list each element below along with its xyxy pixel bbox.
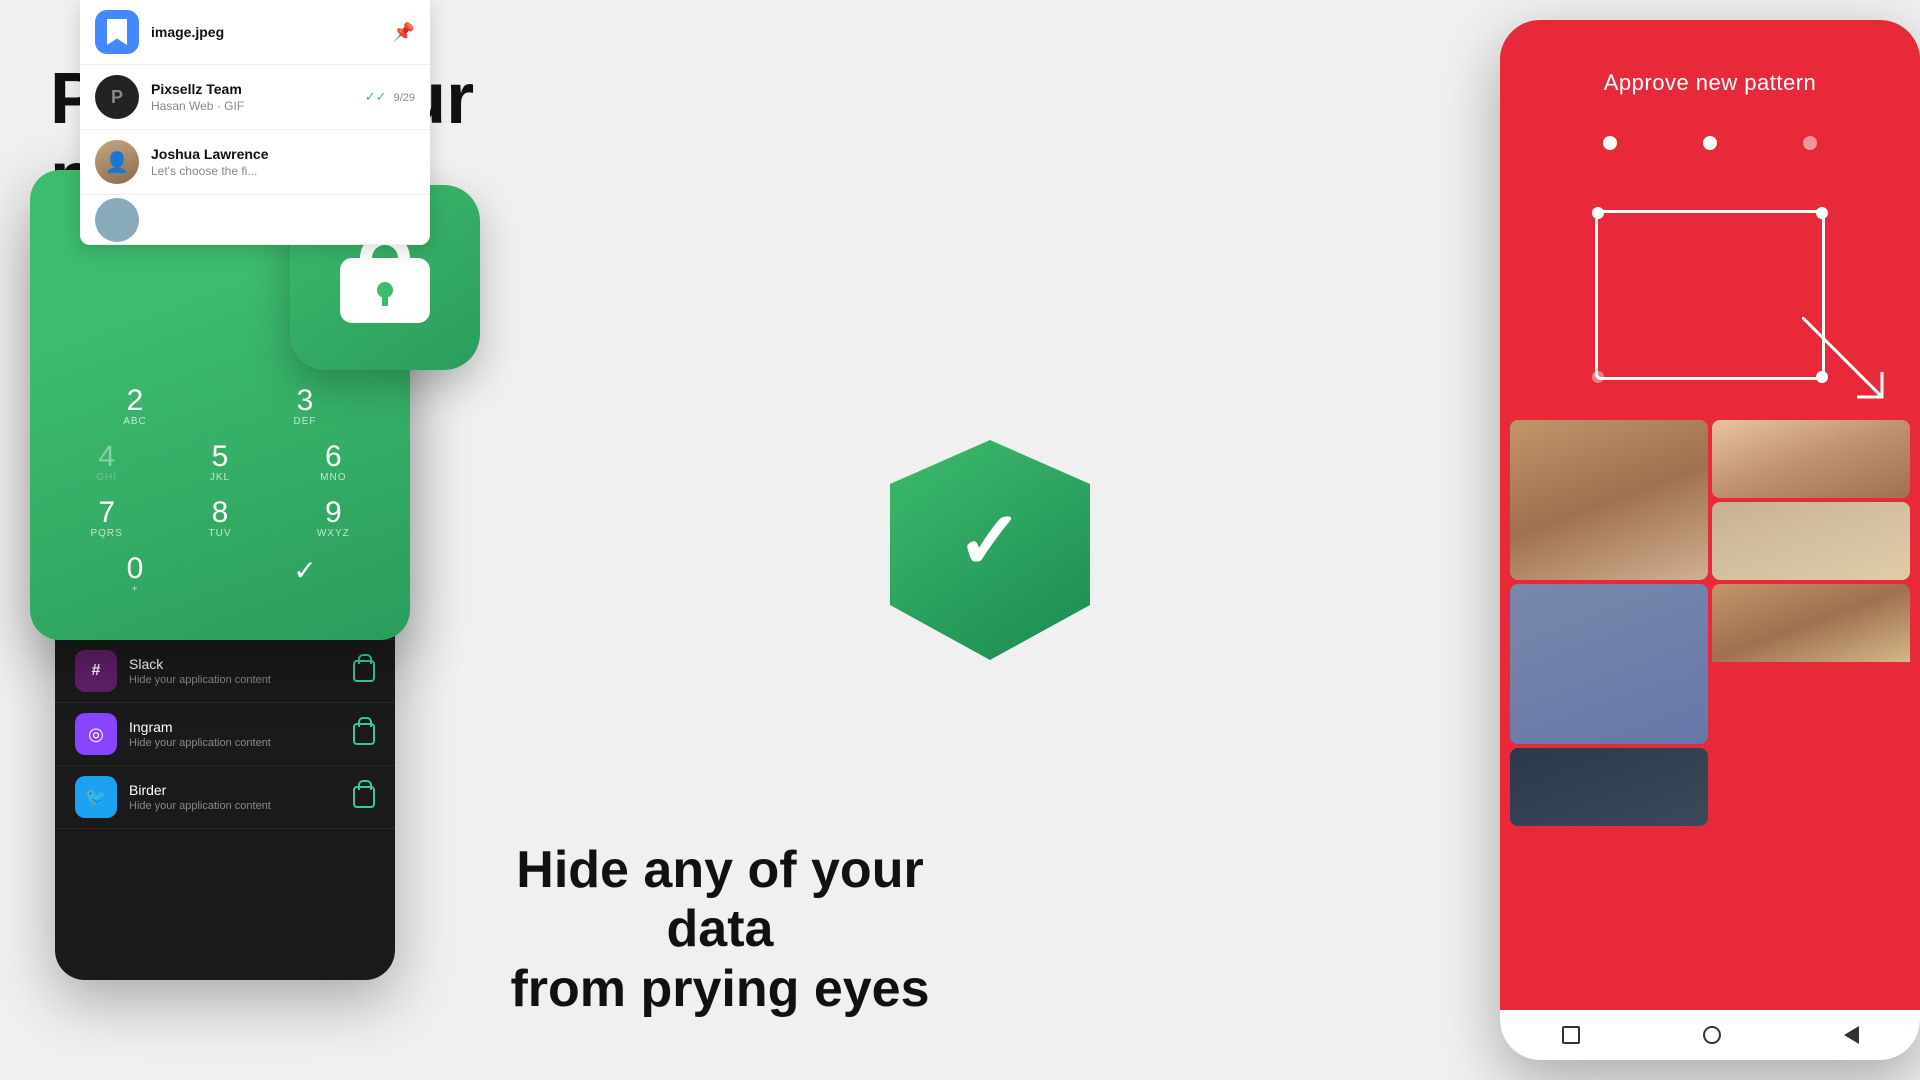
app-desc: Hide your application content <box>129 737 353 749</box>
home-square-icon[interactable] <box>1562 1026 1580 1044</box>
dialpad-row: 0 + ✓ <box>50 554 390 595</box>
slack-app-icon: # <box>75 650 117 692</box>
list-item[interactable]: # Slack Hide your application content <box>55 640 395 703</box>
shield-checkmark-icon: ✓ <box>956 494 1023 587</box>
key-number: 9 <box>296 498 371 528</box>
key-number: 4 <box>69 442 144 472</box>
pattern-dot <box>1603 136 1617 150</box>
dialpad-key-0[interactable]: 0 + <box>98 554 173 595</box>
bottom-text: Hide any of your data from prying eyes <box>480 841 960 1020</box>
birder-app-icon: 🐦 <box>75 776 117 818</box>
bookmark-icon <box>107 19 127 45</box>
app-desc: Hide your application content <box>129 800 353 812</box>
key-letters: DEF <box>268 416 343 427</box>
key-letters: + <box>98 584 173 595</box>
messaging-overlay: image.jpeg 📌 P Pixsellz Team Hasan Web ·… <box>80 0 430 245</box>
pattern-dot <box>1803 136 1817 150</box>
dialpad-key-3[interactable]: 3 DEF <box>268 386 343 427</box>
msg-info: Pixsellz Team Hasan Web · GIF <box>151 81 365 113</box>
list-item[interactable]: ◎ Ingram Hide your application content <box>55 703 395 766</box>
dialpad-row: 2 ABC 3 DEF <box>50 386 390 427</box>
dialpad-key-7[interactable]: 7 PQRS <box>69 498 144 539</box>
pin-icon: 📌 <box>393 22 415 43</box>
key-letters: GHI <box>69 472 144 483</box>
msg-preview: Let's choose the fi... <box>151 164 415 178</box>
dialpad-row: 7 PQRS 8 TUV 9 WXYZ <box>50 498 390 539</box>
key-number: 5 <box>182 442 257 472</box>
bookmark-avatar <box>95 10 139 54</box>
key-number: 6 <box>296 442 371 472</box>
sender-name: Joshua Lawrence <box>151 146 415 162</box>
key-number: 0 <box>98 554 173 584</box>
dialpad-grid: 2 ABC 3 DEF 4 GHI 5 JKL 6 MNO <box>30 386 410 610</box>
message-item[interactable] <box>80 195 430 245</box>
another-avatar <box>95 198 139 242</box>
back-button-icon[interactable] <box>1844 1026 1859 1044</box>
key-letters: PQRS <box>69 528 144 539</box>
key-letters: WXYZ <box>296 528 371 539</box>
dialpad-key-check[interactable]: ✓ <box>268 554 343 595</box>
dialpad-row: 4 GHI 5 JKL 6 MNO <box>50 442 390 483</box>
pattern-dots-row <box>1500 116 1920 170</box>
app-desc: Hide your application content <box>129 674 353 686</box>
lock-icon <box>353 723 375 745</box>
check-icon: ✓✓ <box>365 89 387 104</box>
key-number: 8 <box>182 498 257 528</box>
file-name: image.jpeg <box>151 24 393 40</box>
dialpad-key-8[interactable]: 8 TUV <box>182 498 257 539</box>
pattern-grid[interactable] <box>1530 180 1890 410</box>
pixsellz-avatar: P <box>95 75 139 119</box>
dialpad-key-6[interactable]: 6 MNO <box>296 442 371 483</box>
lock-graphic <box>340 233 430 323</box>
right-phone: Approve new pattern <box>1500 20 1920 1060</box>
home-button-icon[interactable] <box>1703 1026 1721 1044</box>
sender-name: Pixsellz Team <box>151 81 365 97</box>
bottom-headline: Hide any of your data from prying eyes <box>480 841 960 1020</box>
key-letters: ABC <box>98 416 173 427</box>
message-item[interactable]: P Pixsellz Team Hasan Web · GIF ✓✓ 9/29 <box>80 65 430 130</box>
key-letters: MNO <box>296 472 371 483</box>
check-key: ✓ <box>268 554 343 587</box>
key-letters: JKL <box>182 472 257 483</box>
shield-shape: ✓ <box>890 440 1090 660</box>
ingram-app-icon: ◎ <box>75 713 117 755</box>
app-info: Birder Hide your application content <box>129 782 353 812</box>
app-info: Ingram Hide your application content <box>129 719 353 749</box>
msg-preview: Hasan Web · GIF <box>151 99 365 113</box>
msg-info: Joshua Lawrence Let's choose the fi... <box>151 146 415 178</box>
app-name: Slack <box>129 656 353 672</box>
lock-keyhole <box>377 282 393 298</box>
msg-info: image.jpeg <box>151 24 393 40</box>
dialpad-key-2[interactable]: 2 ABC <box>98 386 173 427</box>
msg-meta: ✓✓ 9/29 <box>365 89 415 105</box>
key-number: 7 <box>69 498 144 528</box>
dialpad-key-5[interactable]: 5 JKL <box>182 442 257 483</box>
list-item[interactable]: 🐦 Birder Hide your application content <box>55 766 395 829</box>
pattern-dot <box>1703 136 1717 150</box>
app-name: Birder <box>129 782 353 798</box>
nav-bar <box>1500 1010 1920 1060</box>
dialpad-key-9[interactable]: 9 WXYZ <box>296 498 371 539</box>
app-info: Slack Hide your application content <box>129 656 353 686</box>
message-item[interactable]: 👤 Joshua Lawrence Let's choose the fi... <box>80 130 430 195</box>
key-letters: TUV <box>182 528 257 539</box>
joshua-avatar: 👤 <box>95 140 139 184</box>
pattern-instruction: Approve new pattern <box>1500 40 1920 116</box>
lock-icon <box>353 660 375 682</box>
message-item[interactable]: image.jpeg 📌 <box>80 0 430 65</box>
lock-body <box>340 258 430 323</box>
key-number: 2 <box>98 386 173 416</box>
key-number: 3 <box>268 386 343 416</box>
shield-container: ✓ <box>890 440 1090 660</box>
dialpad-key-4[interactable]: 4 GHI <box>69 442 144 483</box>
lock-icon <box>353 786 375 808</box>
app-name: Ingram <box>129 719 353 735</box>
